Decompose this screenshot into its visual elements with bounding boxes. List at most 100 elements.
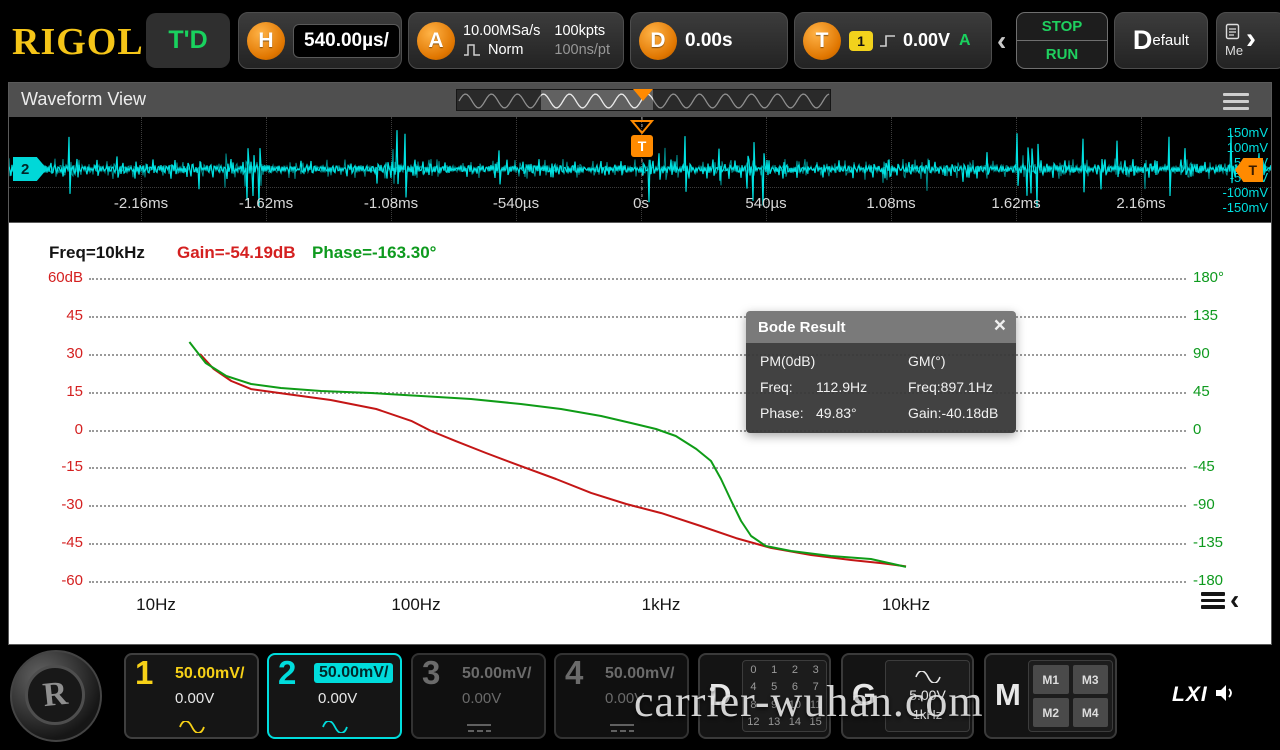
gain-axis-label: -15 [31, 458, 83, 475]
window-title: Waveform View [21, 89, 146, 110]
voltage-tick-label: -150mV [1222, 200, 1268, 215]
phase-axis-label: 45 [1193, 383, 1210, 400]
readout-freq: Freq=10kHz [49, 243, 145, 263]
stop-run-button[interactable]: STOP RUN [1016, 12, 1108, 69]
horizontal-group[interactable]: H 540.00µs/ [238, 12, 402, 69]
menu-icon[interactable] [1223, 93, 1249, 114]
time-tick-label: 1.62ms [991, 195, 1040, 212]
bode-grid-line [89, 581, 1186, 583]
sample-rate: 10.00MSa/s [463, 23, 540, 39]
channel1-offset: 0.00V [175, 690, 214, 707]
bode-grid-line [89, 505, 1186, 507]
channel3-number: 3 [422, 654, 440, 692]
delay-group[interactable]: D 0.00s [630, 12, 788, 69]
time-tick-label: 0s [633, 195, 649, 212]
time-resolution: 100ns/pt [554, 42, 610, 58]
nav-left-chevron[interactable]: ‹ [997, 25, 1006, 57]
time-tick-label: 540µs [745, 195, 786, 212]
channel4-button[interactable]: 4 50.00mV/ 0.00V [554, 653, 689, 739]
voltage-tick-label: -100mV [1222, 185, 1268, 200]
time-tick-label: -1.08ms [364, 195, 418, 212]
channel2-number: 2 [278, 654, 296, 692]
readout-phase: Phase=-163.30° [312, 243, 436, 263]
popup-title: Bode Result [758, 319, 846, 336]
overview-trigger-marker[interactable] [633, 89, 653, 101]
channel1-button[interactable]: 1 50.00mV/ 0.00V [124, 653, 259, 739]
delay-badge: D [639, 22, 677, 60]
channel3-button[interactable]: 3 50.00mV/ 0.00V [411, 653, 546, 739]
trigger-level-value: 0.00V [903, 30, 950, 51]
channel2-scale: 50.00mV/ [314, 663, 393, 683]
math-button[interactable]: M M1 M3 M2 M4 [984, 653, 1117, 739]
document-icon [1225, 23, 1240, 40]
rigol-logo: RIGOL [12, 20, 144, 64]
digital-channels-button[interactable]: D 0123456789101112131415 [698, 653, 831, 739]
timebase-value: 540.00µs/ [293, 24, 400, 58]
digital-bit-label: 3 [813, 664, 819, 676]
pm-header: PM(0dB) [760, 353, 908, 369]
trigger-status[interactable]: T'D [146, 13, 230, 68]
gm-freq-row: Freq:897.1Hz [908, 379, 1002, 395]
generator-label: G [852, 677, 876, 713]
close-icon[interactable]: × [994, 314, 1006, 338]
channel1-scale: 50.00mV/ [175, 665, 244, 683]
run-label: RUN [1017, 40, 1107, 68]
channel4-offset: 0.00V [605, 690, 644, 707]
square-wave-icon [463, 44, 483, 56]
digital-bit-label: 9 [771, 699, 777, 711]
bode-grid-line [89, 430, 1186, 432]
popup-header[interactable]: Bode Result × [746, 311, 1016, 343]
bode-plot-panel: Freq=10kHz Gain=-54.19dB Phase=-163.30° … [9, 223, 1271, 645]
channel1-number: 1 [135, 654, 153, 692]
trigger-mode: A [959, 32, 971, 50]
waveform-view-window: Waveform View T 2 T -2.16ms-1.62ms-1.08m… [8, 82, 1272, 645]
results-collapse-button[interactable]: ‹ [1201, 589, 1239, 612]
trigger-hollow-triangle [630, 119, 654, 135]
time-tick-label: -2.16ms [114, 195, 168, 212]
time-tick-label: -1.62ms [239, 195, 293, 212]
top-status-bar: RIGOL T'D H 540.00µs/ A 10.00MSa/s 100kp… [0, 0, 1280, 82]
nav-right-chevron[interactable]: › [1246, 22, 1256, 56]
trigger-group[interactable]: T 1 0.00V A [794, 12, 992, 69]
speaker-icon[interactable] [1214, 683, 1238, 703]
freq-axis-label: 100Hz [391, 595, 440, 615]
default-initial: D [1133, 25, 1153, 56]
measure-label: Me [1225, 43, 1243, 58]
math-m2-button[interactable]: M2 [1033, 698, 1069, 727]
channel2-offset: 0.00V [318, 690, 357, 707]
generator-button[interactable]: G 5.00V 1kHz [841, 653, 974, 739]
digital-bit-label: 2 [792, 664, 798, 676]
lxi-logo: LXI [1172, 683, 1208, 707]
ac-coupling-icon [322, 721, 348, 733]
gm-gain-row: Gain:-40.18dB [908, 405, 1002, 421]
rising-edge-icon [878, 33, 898, 49]
default-rest: efault [1152, 32, 1189, 49]
time-tick-label: -540µs [493, 195, 539, 212]
bode-grid-line [89, 543, 1186, 545]
time-tick-label: 1.08ms [866, 195, 915, 212]
math-m3-button[interactable]: M3 [1073, 665, 1109, 694]
gain-axis-label: 15 [31, 383, 83, 400]
channel2-button[interactable]: 2 50.00mV/ 0.00V [267, 653, 402, 739]
math-m4-button[interactable]: M4 [1073, 698, 1109, 727]
gain-axis-label: 30 [31, 345, 83, 362]
dc-coupling-icon [466, 723, 492, 733]
waveform-strip: T 2 T -2.16ms-1.62ms-1.08ms-540µs0s540µs… [9, 117, 1271, 223]
digital-bit-grid: 0123456789101112131415 [742, 660, 827, 732]
digital-label: D [709, 677, 731, 713]
oscilloscope-screen: RIGOL T'D H 540.00µs/ A 10.00MSa/s 100kp… [0, 0, 1280, 750]
math-m1-button[interactable]: M1 [1033, 665, 1069, 694]
acquire-mode: Norm [488, 42, 523, 58]
collapse-bars-icon [1201, 589, 1225, 612]
default-button[interactable]: D efault [1114, 12, 1208, 69]
waveform-overview-strip[interactable] [456, 89, 831, 111]
gm-header: GM(°) [908, 353, 1002, 369]
trigger-badge: T [803, 22, 841, 60]
acquire-group[interactable]: A 10.00MSa/s 100kpts Norm 100ns/pt [408, 12, 624, 69]
freq-axis-label: 1kHz [642, 595, 681, 615]
multifunction-knob[interactable]: R [10, 650, 102, 742]
trigger-flag[interactable]: T [631, 135, 653, 157]
phase-axis-label: 90 [1193, 345, 1210, 362]
digital-bit-label: 12 [747, 716, 759, 728]
digital-bit-label: 11 [810, 699, 821, 711]
